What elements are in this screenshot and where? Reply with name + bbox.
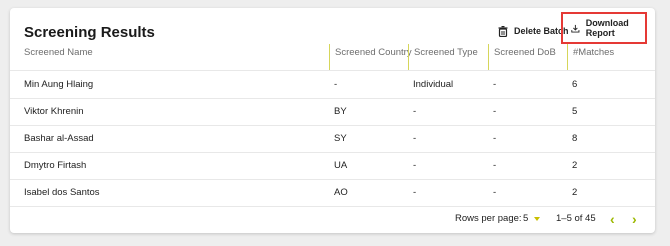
page-title: Screening Results [24,24,155,41]
cell-matches: 6 [572,79,578,90]
cell-type: - [413,106,417,117]
cell-type: - [413,187,417,198]
caret-down-icon [534,217,541,221]
cell-name: Bashar al-Assad [24,133,94,144]
table-header: Screened Name Screened Country Screened … [10,44,655,71]
download-icon [571,24,580,33]
previous-page-icon[interactable]: ‹ [610,205,615,233]
table-row[interactable]: Min Aung Hlaing - Individual - 6 [10,71,655,99]
table-row[interactable]: Viktor Khrenin BY - - 5 [10,98,655,126]
cell-name: Isabel dos Santos [24,187,100,198]
cell-country: SY [334,133,347,144]
table-pagination: Rows per page: 5 1–5 of 45 ‹ › [10,205,655,233]
column-header-matches[interactable]: #Matches [567,44,614,70]
cell-name: Min Aung Hlaing [24,79,94,90]
download-report-label: Download Report [585,18,629,38]
rows-per-page-label: Rows per page: [455,213,522,224]
cell-country: AO [334,187,348,198]
cell-dob: - [493,79,497,90]
table-row[interactable]: Isabel dos Santos AO - - 2 [10,179,655,207]
pagination-range: 1–5 of 45 [556,213,596,224]
cell-name: Dmytro Firtash [24,160,87,171]
cell-country: BY [334,106,347,117]
cell-type: Individual [413,79,454,90]
cell-dob: - [493,187,497,198]
next-page-icon[interactable]: › [632,205,637,233]
table-row[interactable]: Bashar al-Assad SY - - 8 [10,125,655,153]
cell-country: UA [334,160,348,171]
cell-type: - [413,133,417,144]
cell-matches: 5 [572,106,578,117]
cell-dob: - [493,133,497,144]
rows-per-page-select[interactable]: 5 [523,205,541,233]
trash-icon [498,25,508,37]
cell-dob: - [493,160,497,171]
column-header-screened-country[interactable]: Screened Country [329,44,412,70]
cell-matches: 2 [572,187,578,198]
download-report-button[interactable]: Download Report [561,12,647,44]
cell-dob: - [493,106,497,117]
cell-matches: 8 [572,133,578,144]
column-header-screened-type[interactable]: Screened Type [408,44,478,70]
screening-results-card: Screening Results Delete Batch Download … [10,8,655,233]
column-header-screened-dob[interactable]: Screened DoB [488,44,556,70]
delete-batch-button[interactable]: Delete Batch [498,22,569,40]
cell-country: - [334,79,338,90]
table-row[interactable]: Dmytro Firtash UA - - 2 [10,152,655,180]
cell-matches: 2 [572,160,578,171]
rows-per-page-value: 5 [523,213,529,224]
cell-type: - [413,160,417,171]
column-header-screened-name[interactable]: Screened Name [24,44,93,70]
cell-name: Viktor Khrenin [24,106,84,117]
